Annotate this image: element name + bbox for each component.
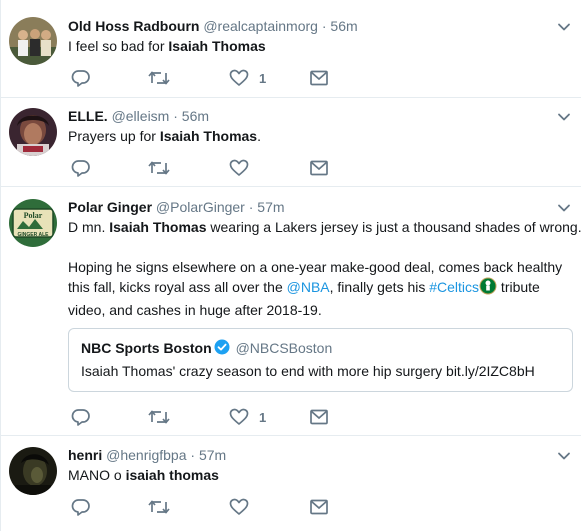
retweet-button[interactable] — [148, 159, 170, 177]
reply-icon — [71, 498, 91, 516]
reply-icon — [71, 408, 91, 426]
retweet-button[interactable] — [148, 69, 170, 87]
tweet-header: henri @henrigfbpa · 57m — [68, 446, 226, 464]
avatar[interactable] — [9, 108, 57, 156]
username[interactable]: @realcaptainmorg — [203, 18, 318, 34]
reply-button[interactable] — [71, 159, 91, 177]
tweet[interactable]: Polar GINGER ALE Polar Ginger @PolarGing… — [1, 187, 581, 436]
text-segment: wearing a Lakers jersey is just a thousa… — [206, 219, 581, 235]
reply-button[interactable] — [71, 498, 91, 516]
reply-icon — [71, 69, 91, 87]
message-button[interactable] — [309, 498, 329, 516]
highlighted-term: Isaiah Thomas — [168, 38, 266, 54]
chevron-down-icon[interactable] — [557, 201, 571, 215]
celtics-emoji-icon — [479, 277, 497, 300]
reply-button[interactable] — [71, 69, 91, 87]
message-icon — [309, 498, 329, 516]
retweet-button[interactable] — [148, 408, 170, 426]
like-icon — [229, 408, 249, 426]
separator-dot: · — [248, 199, 254, 215]
text-segment: D mn. — [68, 219, 110, 235]
like-button[interactable]: 1 — [229, 408, 266, 426]
tweet[interactable]: Old Hoss Radbourn @realcaptainmorg · 56m… — [1, 0, 581, 98]
timestamp[interactable]: 56m — [182, 108, 209, 124]
retweet-button[interactable] — [148, 498, 170, 516]
chevron-down-icon[interactable] — [557, 110, 571, 124]
avatar[interactable] — [9, 17, 57, 65]
chevron-down-icon[interactable] — [557, 20, 571, 34]
tweet[interactable]: ELLE. @elleism · 56m Prayers up for Isai… — [1, 98, 581, 187]
quoted-tweet[interactable]: NBC Sports Boston @NBCSBoston Isaiah Tho… — [68, 328, 573, 392]
display-name[interactable]: ELLE. — [68, 108, 108, 124]
tweet-text: Prayers up for Isaiah Thomas. — [68, 126, 571, 146]
text-segment: MANO o — [68, 467, 126, 483]
like-count: 1 — [259, 70, 267, 86]
avatar-logo-text: Polar — [24, 211, 43, 220]
separator-dot: · — [173, 108, 178, 124]
timestamp[interactable]: 56m — [330, 18, 357, 34]
chevron-down-icon[interactable] — [557, 449, 571, 463]
tweet-header: ELLE. @elleism · 56m — [68, 107, 209, 125]
tweet-text: D mn. Isaiah Thomas wearing a Lakers jer… — [68, 217, 581, 320]
verified-icon — [214, 339, 230, 359]
username[interactable]: @henrigfbpa — [106, 447, 186, 463]
message-icon — [309, 69, 329, 87]
tweet-paragraph: Hoping he signs elsewhere on a one-year … — [68, 257, 577, 320]
message-button[interactable] — [309, 408, 329, 426]
reply-button[interactable] — [71, 408, 91, 426]
mention-link[interactable]: @NBA — [287, 279, 330, 295]
like-button[interactable]: 1 — [229, 69, 266, 87]
tweet-header: Polar Ginger @PolarGinger · 57m — [68, 198, 285, 216]
like-button[interactable] — [229, 159, 249, 177]
highlighted-term: isaiah thomas — [125, 467, 219, 483]
like-count: 1 — [259, 409, 267, 425]
message-button[interactable] — [309, 159, 329, 177]
avatar[interactable]: Polar GINGER ALE — [9, 199, 57, 247]
timestamp[interactable]: 57m — [199, 447, 226, 463]
display-name[interactable]: Polar Ginger — [68, 199, 152, 215]
separator-dot: · — [190, 447, 196, 463]
tweet-header: Old Hoss Radbourn @realcaptainmorg · 56m — [68, 17, 358, 35]
like-button[interactable] — [229, 498, 249, 516]
retweet-icon — [148, 69, 170, 87]
tweet[interactable]: henri @henrigfbpa · 57m MANO o isaiah th… — [1, 436, 581, 531]
quoted-display-name: NBC Sports Boston — [81, 340, 212, 356]
hashtag-link[interactable]: #Celtics — [429, 279, 479, 295]
message-button[interactable] — [309, 69, 329, 87]
tweet-text: I feel so bad for Isaiah Thomas — [68, 36, 571, 56]
text-segment: , finally gets his — [329, 279, 430, 295]
retweet-icon — [148, 498, 170, 516]
reply-icon — [71, 159, 91, 177]
timeline: Old Hoss Radbourn @realcaptainmorg · 56m… — [0, 0, 581, 531]
retweet-icon — [148, 159, 170, 177]
text-segment: I feel so bad for — [68, 38, 169, 54]
like-icon — [229, 159, 249, 177]
tweet-paragraph: D mn. Isaiah Thomas wearing a Lakers jer… — [68, 217, 581, 237]
message-icon — [309, 408, 329, 426]
retweet-icon — [148, 408, 170, 426]
tweet-text: MANO o isaiah thomas — [68, 465, 571, 485]
separator-dot: · — [321, 18, 327, 34]
avatar[interactable] — [9, 447, 57, 495]
quoted-username: @NBCSBoston — [235, 340, 333, 356]
text-segment: Prayers up for — [68, 128, 160, 144]
quoted-tweet-header: NBC Sports Boston @NBCSBoston — [81, 339, 332, 359]
quoted-tweet-text: Isaiah Thomas' crazy season to end with … — [81, 363, 535, 379]
text-segment: . — [257, 128, 261, 144]
timestamp[interactable]: 57m — [257, 199, 284, 215]
highlighted-term: Isaiah Thomas — [109, 219, 207, 235]
highlighted-term: Isaiah Thomas — [159, 128, 258, 144]
username[interactable]: @PolarGinger — [156, 199, 245, 215]
message-icon — [309, 159, 329, 177]
display-name[interactable]: henri — [68, 447, 102, 463]
display-name[interactable]: Old Hoss Radbourn — [68, 18, 199, 34]
username[interactable]: @elleism — [112, 108, 170, 124]
like-icon — [229, 69, 249, 87]
like-icon — [229, 498, 249, 516]
svg-text:GINGER ALE: GINGER ALE — [18, 232, 50, 238]
